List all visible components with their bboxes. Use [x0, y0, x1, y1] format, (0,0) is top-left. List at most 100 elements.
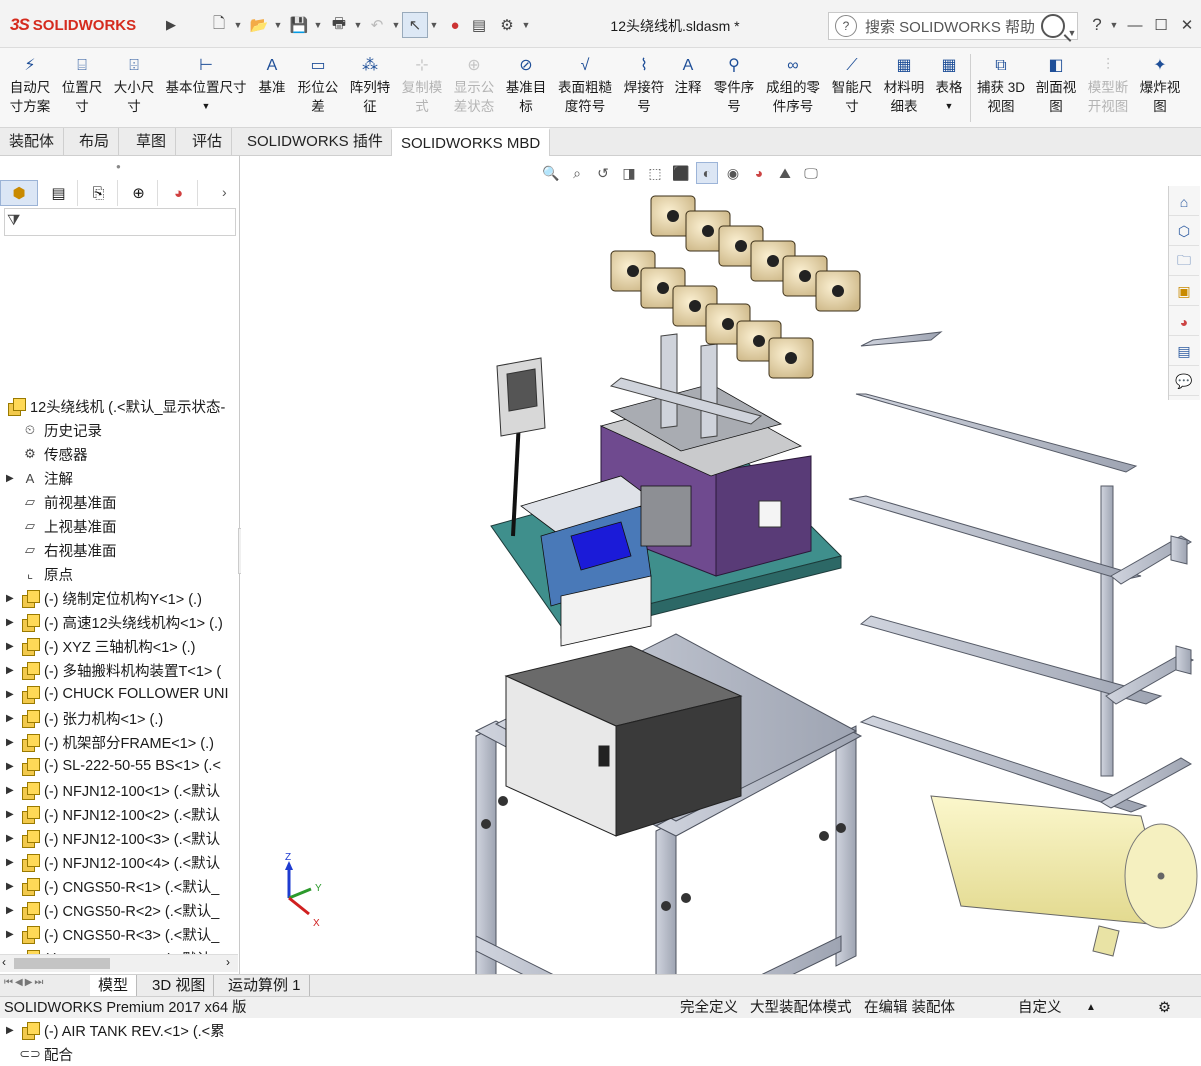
smart-dimension-button[interactable]: ⟋ 智能尺寸	[828, 54, 876, 124]
tree-item[interactable]: ▶ (-) 张力机构<1> (.)	[0, 706, 240, 730]
size-dimension-button[interactable]: ⌹ 大小尺寸	[110, 54, 158, 124]
scroll-left-icon[interactable]: ‹	[2, 955, 6, 969]
options-gear-icon[interactable]: ⚙	[494, 12, 520, 38]
search-dropdown-icon[interactable]: ▼	[1066, 20, 1078, 46]
tab-sketch[interactable]: 草图	[127, 128, 177, 156]
dimxpertmanager-tab[interactable]: ⊕	[120, 180, 158, 206]
solidworks-forum-icon[interactable]: 💬	[1169, 368, 1199, 396]
balloon-button[interactable]: ⚲ 零件序号	[710, 54, 758, 124]
datum-button[interactable]: A 基准	[254, 54, 290, 124]
datum-target-button[interactable]: ⊘ 基准目标	[502, 54, 550, 124]
zoom-to-area-icon[interactable]: ⌕	[566, 162, 588, 184]
tree-item[interactable]: ▱ 前视基准面	[0, 490, 240, 514]
help-dropdown-icon[interactable]: ▼	[1108, 12, 1120, 38]
tree-item[interactable]: ▶ A 注解	[0, 466, 240, 490]
open-dropdown-icon[interactable]: ▼	[272, 12, 284, 38]
tree-item[interactable]: ⌞ 原点	[0, 562, 240, 586]
tree-item[interactable]: ▶ (-) 绕制定位机构Y<1> (.)	[0, 586, 240, 610]
exploded-view-button[interactable]: ✦ 爆炸视图	[1136, 54, 1184, 124]
expand-arrow-icon[interactable]: ▶	[6, 761, 20, 772]
design-library-icon[interactable]: ⬡	[1169, 218, 1199, 246]
weld-symbol-button[interactable]: ⌇ 焊接符号	[620, 54, 668, 124]
section-view-button[interactable]: ◧ 剖面视图	[1032, 54, 1080, 124]
expand-arrow-icon[interactable]: ▶	[6, 929, 20, 940]
file-properties-icon[interactable]: ▤	[466, 12, 492, 38]
stacked-balloon-button[interactable]: ∞ 成组的零件序号	[762, 54, 824, 124]
tree-horizontal-scrollbar[interactable]: ‹ ›	[0, 954, 238, 972]
tree-item[interactable]: ▶ (-) AIR TANK REV.<1> (.<累	[0, 1018, 240, 1042]
print-dropdown-icon[interactable]: ▼	[352, 12, 364, 38]
display-style-icon[interactable]: ◐	[696, 162, 718, 184]
expand-arrow-icon[interactable]: ▶	[6, 473, 20, 484]
displaymanager-tab[interactable]: ◕	[160, 180, 198, 206]
tree-item[interactable]: ▶ (-) CNGS50-R<2> (.<默认_	[0, 898, 240, 922]
solidworks-resources-icon[interactable]: ⌂	[1169, 188, 1199, 216]
tree-item[interactable]: ▶ (-) CNGS50-R<1> (.<默认_	[0, 874, 240, 898]
expand-arrow-icon[interactable]: ▶	[6, 665, 20, 676]
expand-arrow-icon[interactable]: ▶	[6, 857, 20, 868]
view-orientation-icon[interactable]: ⬛	[670, 162, 692, 184]
tree-item[interactable]: ▶ (-) NFJN12-100<2> (.<默认	[0, 802, 240, 826]
tree-item[interactable]: ▱ 右视基准面	[0, 538, 240, 562]
help-search-box[interactable]: ? 搜索 SOLIDWORKS 帮助	[828, 12, 1078, 40]
tab-mbd[interactable]: SOLIDWORKS MBD	[391, 128, 551, 156]
solidworks-logo[interactable]: 3S SOLIDWORKS	[10, 10, 154, 40]
select-dropdown-icon[interactable]: ▼	[428, 12, 440, 38]
expand-arrow-icon[interactable]: ▶	[6, 905, 20, 916]
capture-3d-view-button[interactable]: ⧉ 捕获 3D 视图	[974, 54, 1028, 124]
tree-root-assembly[interactable]: 12头绕线机 (.<默认_显示状态-	[0, 394, 240, 418]
save-dropdown-icon[interactable]: ▼	[312, 12, 324, 38]
scroll-thumb[interactable]	[14, 958, 110, 969]
dynamic-annotation-icon[interactable]: ⬚	[644, 162, 666, 184]
featuremanager-tab[interactable]: ⬢	[0, 180, 38, 206]
surface-finish-button[interactable]: √ 表面粗糙度符号	[554, 54, 616, 124]
table-button[interactable]: ▦ 表格 ▼	[932, 54, 966, 124]
table-dropdown-icon[interactable]: ▼	[945, 97, 954, 116]
undo-dropdown-icon[interactable]: ▼	[390, 12, 402, 38]
print-icon[interactable]: 🖶	[326, 12, 352, 38]
view-settings-icon[interactable]: 🖵	[800, 162, 822, 184]
new-dropdown-icon[interactable]: ▼	[232, 12, 244, 38]
tree-item[interactable]: ▶ (-) CHUCK FOLLOWER UNI	[0, 682, 240, 706]
appearances-scenes-icon[interactable]: ◕	[1169, 308, 1199, 336]
expand-arrow-icon[interactable]: ▶	[6, 881, 20, 892]
expand-arrow-icon[interactable]: ▶	[6, 833, 20, 844]
hide-show-items-icon[interactable]: ◉	[722, 162, 744, 184]
tab-layout[interactable]: 布局	[70, 128, 120, 156]
expand-arrow-icon[interactable]: ▶	[6, 809, 20, 820]
copy-scheme-button[interactable]: ⊹ 复制模式	[398, 54, 446, 124]
search-input[interactable]: 搜索 SOLIDWORKS 帮助	[865, 16, 1041, 37]
tree-item[interactable]: ▶ (-) 多轴搬料机构装置T<1> (	[0, 658, 240, 682]
expand-arrow-icon[interactable]: ▶	[6, 689, 20, 700]
zoom-to-fit-icon[interactable]: 🔍	[540, 162, 562, 184]
location-dimension-button[interactable]: ⌸ 位置尺寸	[58, 54, 106, 124]
previous-view-icon[interactable]: ↺	[592, 162, 614, 184]
tree-filter-box[interactable]: ⧩	[4, 208, 236, 236]
pane-scroll-right-icon[interactable]: ›	[222, 184, 227, 200]
expand-arrow-icon[interactable]: ▶	[6, 737, 20, 748]
minimize-button[interactable]: —	[1122, 12, 1148, 38]
tree-item[interactable]: ▶ (-) NFJN12-100<4> (.<默认	[0, 850, 240, 874]
file-explorer-icon[interactable]: 🗀	[1169, 248, 1199, 276]
expand-arrow-icon[interactable]: ▶	[6, 785, 20, 796]
expand-arrow-icon[interactable]: ▶	[6, 713, 20, 724]
section-view-hud-icon[interactable]: ◨	[618, 162, 640, 184]
graphics-area[interactable]: Z Y X	[241, 156, 1201, 1062]
show-tolerance-status-button[interactable]: ⊕ 显示公差状态	[450, 54, 498, 124]
bom-button[interactable]: ▦ 材料明细表	[880, 54, 928, 124]
tree-item[interactable]: ▶ (-) 高速12头绕线机构<1> (.)	[0, 610, 240, 634]
note-button[interactable]: A 注释	[670, 54, 706, 124]
units-dropdown-icon[interactable]: ▲	[1086, 997, 1096, 1019]
basic-location-dimension-button[interactable]: ⊢ 基本位置尺寸 ▼	[162, 54, 250, 124]
expand-arrow-icon[interactable]: ▶	[6, 1025, 20, 1036]
undo-icon[interactable]: ↶	[364, 12, 390, 38]
tree-item[interactable]: ⏲ 历史记录	[0, 418, 240, 442]
save-icon[interactable]: 💾	[286, 12, 312, 38]
pane-grip-icon[interactable]: ●	[116, 162, 121, 171]
maximize-button[interactable]: ☐	[1148, 12, 1174, 38]
tree-item[interactable]: ▶ (-) XYZ 三轴机构<1> (.)	[0, 634, 240, 658]
filter-funnel-icon[interactable]: ⧩	[7, 212, 20, 229]
tree-item[interactable]: ⊂⊃ 配合	[0, 1042, 240, 1066]
geometric-tolerance-button[interactable]: ▭ 形位公差	[294, 54, 342, 124]
rebuild-traffic-light-icon[interactable]: ●	[442, 12, 468, 38]
